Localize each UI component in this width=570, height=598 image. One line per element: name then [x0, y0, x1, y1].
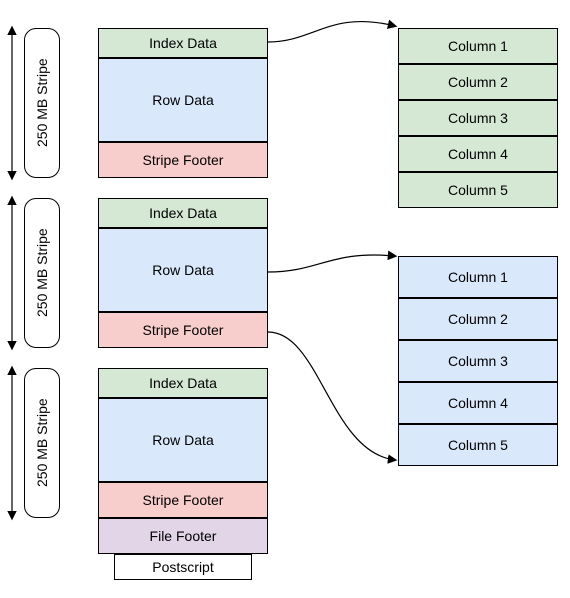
- row-column-3: Column 3: [398, 340, 558, 382]
- row-column-2: Column 2: [398, 298, 558, 340]
- stripe-size-text: 250 MB Stripe: [34, 59, 50, 148]
- index-column-3: Column 3: [398, 100, 558, 136]
- stripe-size-label-2: 250 MB Stripe: [24, 198, 60, 348]
- cell-label: Column 3: [448, 353, 508, 369]
- cell-label: Row Data: [152, 432, 213, 448]
- stripe2-index-data: Index Data: [98, 198, 268, 228]
- postscript: Postscript: [114, 554, 252, 580]
- stripe1-row-data: Row Data: [98, 58, 268, 142]
- cell-label: Postscript: [152, 559, 213, 575]
- cell-label: Column 5: [448, 437, 508, 453]
- cell-label: Column 2: [448, 311, 508, 327]
- file-footer: File Footer: [98, 518, 268, 554]
- cell-label: Column 1: [448, 38, 508, 54]
- stripe2-stripe-footer: Stripe Footer: [98, 312, 268, 348]
- stripe1-index-data: Index Data: [98, 28, 268, 58]
- cell-label: Column 5: [448, 182, 508, 198]
- cell-label: Stripe Footer: [143, 322, 224, 338]
- index-column-1: Column 1: [398, 28, 558, 64]
- stripe-size-text: 250 MB Stripe: [34, 229, 50, 318]
- stripe2-row-data: Row Data: [98, 228, 268, 312]
- cell-label: Stripe Footer: [143, 152, 224, 168]
- index-column-4: Column 4: [398, 136, 558, 172]
- cell-label: Index Data: [149, 35, 217, 51]
- cell-label: Row Data: [152, 262, 213, 278]
- cell-label: Index Data: [149, 205, 217, 221]
- index-column-2: Column 2: [398, 64, 558, 100]
- cell-label: Column 3: [448, 110, 508, 126]
- stripe3-row-data: Row Data: [98, 398, 268, 482]
- cell-label: Column 4: [448, 146, 508, 162]
- cell-label: Column 1: [448, 269, 508, 285]
- cell-label: Column 2: [448, 74, 508, 90]
- cell-label: Stripe Footer: [143, 492, 224, 508]
- stripe1-stripe-footer: Stripe Footer: [98, 142, 268, 178]
- stripe-size-text: 250 MB Stripe: [34, 399, 50, 488]
- row-column-4: Column 4: [398, 382, 558, 424]
- row-column-1: Column 1: [398, 256, 558, 298]
- row-column-5: Column 5: [398, 424, 558, 466]
- stripe3-stripe-footer: Stripe Footer: [98, 482, 268, 518]
- stripe3-index-data: Index Data: [98, 368, 268, 398]
- index-column-5: Column 5: [398, 172, 558, 208]
- cell-label: Column 4: [448, 395, 508, 411]
- cell-label: Index Data: [149, 375, 217, 391]
- cell-label: File Footer: [150, 528, 217, 544]
- cell-label: Row Data: [152, 92, 213, 108]
- stripe-size-label-1: 250 MB Stripe: [24, 28, 60, 178]
- stripe-size-label-3: 250 MB Stripe: [24, 368, 60, 518]
